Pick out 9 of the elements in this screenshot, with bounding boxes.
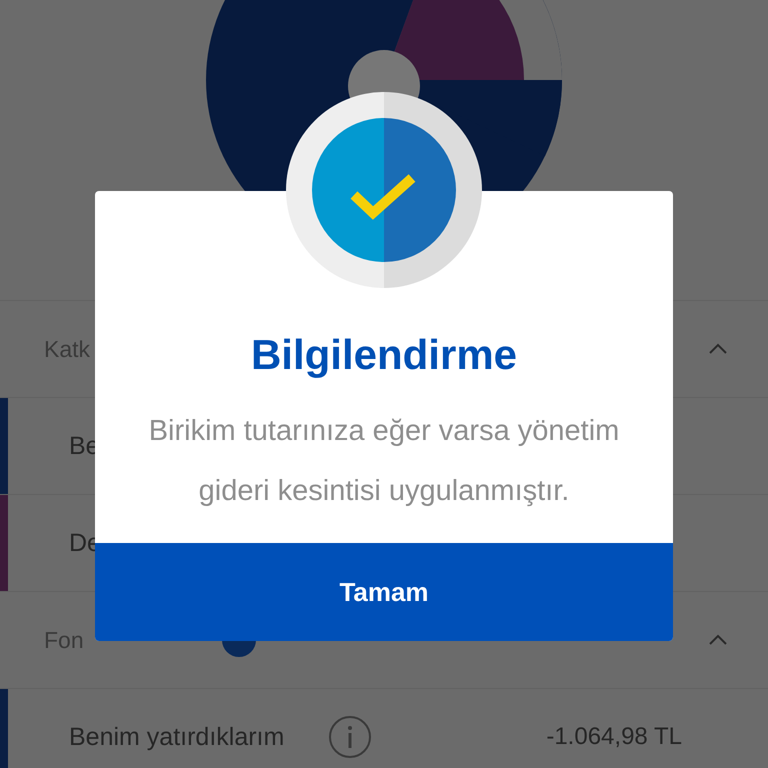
chevron-up-icon[interactable] — [708, 343, 728, 355]
dialog-message: Birikim tutarınıza eğer varsa yönetim gideri kesintisi uygulanmıştır. — [148, 414, 620, 509]
chevron-up-icon[interactable] — [708, 634, 728, 646]
row-label: Benim yatırdıklarım — [69, 722, 284, 752]
dialog-title: Bilgilendirme — [250, 330, 518, 380]
ok-button[interactable]: Tamam — [95, 543, 673, 641]
amount-text: -1.064,98 TL — [546, 723, 682, 751]
checkmark-badge-icon — [284, 50, 484, 290]
info-icon[interactable] — [328, 715, 372, 759]
